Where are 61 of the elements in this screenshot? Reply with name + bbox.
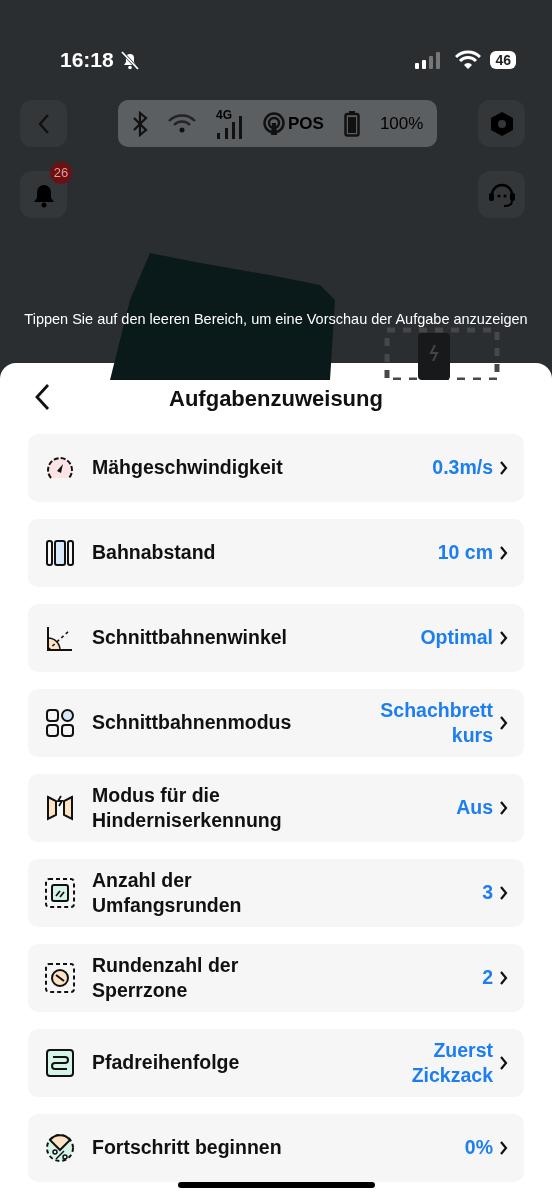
antenna-icon [262, 111, 286, 136]
battery-icon [343, 110, 360, 137]
setting-value: 0% [464, 1135, 493, 1161]
setting-row[interactable]: Schnittbahnenwinkel Optimal [28, 604, 524, 672]
setting-row[interactable]: Anzahl der Umfangsrunden 3 [28, 859, 524, 927]
setting-label: Anzahl der Umfangsrunden [92, 867, 243, 918]
status-time: 16:18 [60, 47, 114, 74]
setting-value: 2 [482, 965, 493, 991]
network-label: 4G [216, 106, 232, 124]
setting-row[interactable]: Fortschritt beginnen 0% [28, 1114, 524, 1182]
chevron-right-icon [499, 630, 508, 646]
zigzag-path-icon [44, 1047, 76, 1079]
setting-row[interactable]: Bahnabstand 10 cm [28, 519, 524, 587]
setting-value: 10 cm [437, 540, 493, 566]
back-icon [34, 383, 50, 411]
setting-label: Fortschritt beginnen [92, 1135, 282, 1161]
battery-indicator: 46 [490, 51, 516, 69]
wifi-icon [168, 113, 196, 134]
setting-value: 0.3m/s [432, 455, 493, 481]
positioning-label: POS [288, 112, 324, 135]
support-button[interactable] [478, 171, 525, 218]
percent-badge-icon [44, 1132, 76, 1164]
battery-level: 100% [379, 112, 424, 135]
setting-label: Modus für die Hinderniserkennung [92, 782, 283, 833]
setting-value: 3 [482, 880, 493, 906]
no-entry-icon [44, 962, 76, 994]
chevron-right-icon [499, 545, 508, 561]
setting-value: Aus [456, 795, 493, 821]
chevron-right-icon [499, 800, 508, 816]
chevron-right-icon [499, 460, 508, 476]
chevron-right-icon [499, 1055, 508, 1071]
hint-text: Tippen Sie auf den leeren Bereich, um eine Vorschau der Aufgabe anzuzeigen [23, 310, 529, 329]
chevron-right-icon [499, 970, 508, 986]
setting-row[interactable]: Schnittbahnenmodus Schachbrettkurs [28, 689, 524, 757]
back-icon [36, 112, 51, 135]
setting-row[interactable]: Rundenzahl der Sperrzone 2 [28, 944, 524, 1012]
setting-label: Pfadreihenfolge [92, 1050, 240, 1076]
setting-value: Zuerst Zickzack [410, 1037, 493, 1088]
setting-value: Optimal [420, 625, 493, 651]
columns-icon [44, 537, 76, 569]
setting-row[interactable]: Modus für die Hinderniserkennung Aus [28, 774, 524, 842]
chevron-right-icon [499, 715, 508, 731]
setting-value: Schachbrettkurs [379, 697, 493, 748]
sheet-title: Aufgabenzuweisung [169, 385, 383, 413]
notification-count: 26 [50, 162, 72, 184]
settings-icon [488, 110, 515, 137]
chevron-right-icon [499, 1140, 508, 1156]
back-button[interactable] [34, 383, 50, 411]
setting-row[interactable]: Pfadreihenfolge Zuerst Zickzack [28, 1029, 524, 1097]
setting-label: Schnittbahnenwinkel [92, 625, 288, 651]
grid-icon [44, 707, 76, 739]
setting-row[interactable]: Mähgeschwindigkeit 0.3m/s [28, 434, 524, 502]
setting-label: Bahnabstand [92, 540, 216, 566]
bluetooth-icon [132, 110, 148, 137]
setting-label: Rundenzahl der Sperrzone [92, 952, 240, 1003]
setting-label: Mähgeschwindigkeit [92, 455, 283, 481]
chevron-right-icon [499, 885, 508, 901]
wifi-icon [455, 50, 482, 70]
setting-label: Schnittbahnenmodus [92, 710, 292, 736]
settings-button[interactable] [478, 100, 525, 147]
dashed-square-icon [44, 877, 76, 909]
